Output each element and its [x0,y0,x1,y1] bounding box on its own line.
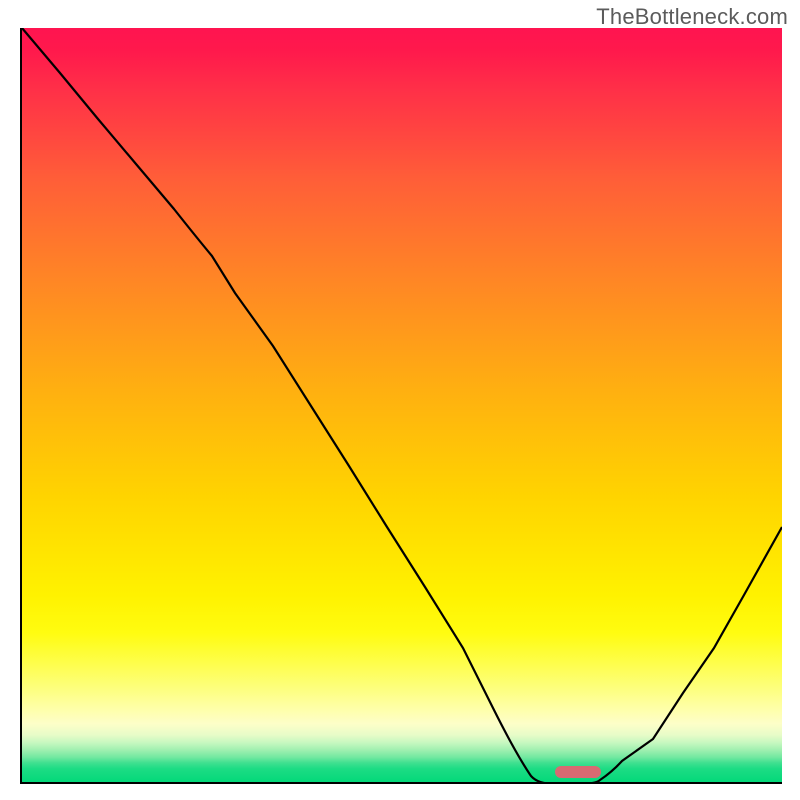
y-axis [20,28,22,784]
chart-container: TheBottleneck.com [0,0,800,800]
curve-svg [22,28,782,784]
bottleneck-curve-path [22,28,782,784]
plot-area [22,28,782,784]
watermark-text: TheBottleneck.com [596,4,788,30]
x-axis [20,782,782,784]
optimal-marker [555,766,601,778]
